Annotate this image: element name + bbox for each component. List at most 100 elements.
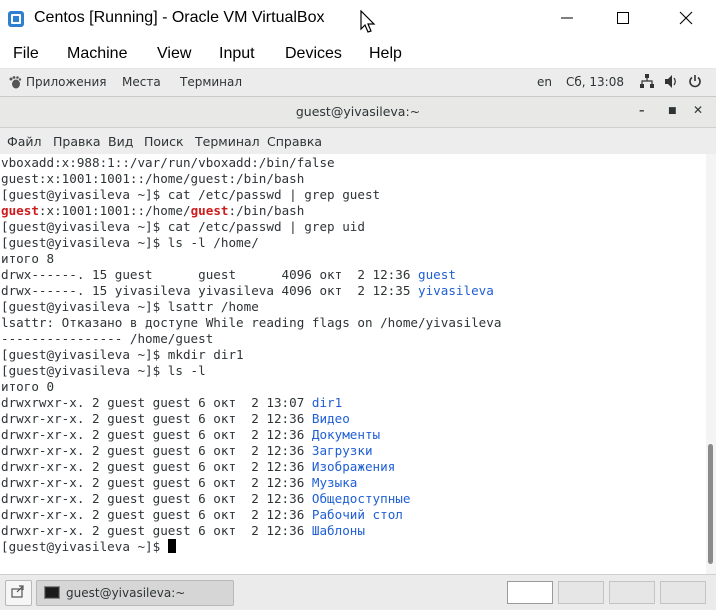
panel-applications-menu[interactable]: Приложения [26, 75, 107, 89]
terminal-text: :x:1001:1001::/home/ [38, 203, 191, 218]
terminal-menu-search[interactable]: Поиск [144, 134, 184, 149]
close-icon [679, 11, 693, 25]
workspace-4[interactable] [660, 581, 706, 604]
menu-file[interactable]: File [13, 45, 39, 63]
terminal-text: drwxr-xr-x. 2 guest guest 6 окт 2 12:36 [1, 427, 312, 442]
terminal-line: ---------------- /home/guest [1, 331, 213, 347]
network-icon[interactable] [640, 74, 654, 89]
panel-places-menu[interactable]: Места [122, 75, 161, 89]
terminal-line: drwxr-xr-x. 2 guest guest 6 окт 2 12:36 … [1, 427, 380, 443]
terminal-line: [guest@yivasileva ~]$ mkdir dir1 [1, 347, 244, 363]
window-title: Centos [Running] - Oracle VM VirtualBox [34, 9, 325, 26]
directory-name: Загрузки [311, 443, 373, 458]
directory-name: Документы [311, 427, 381, 442]
directory-name: Видео [311, 411, 350, 426]
panel-clock[interactable]: Сб, 13:08 [566, 75, 624, 89]
terminal-text: [guest@yivasileva ~]$ ls -l /home/ [1, 235, 259, 250]
menu-help[interactable]: Help [369, 45, 402, 63]
terminal-line: drwxr-xr-x. 2 guest guest 6 окт 2 12:36 … [1, 491, 410, 507]
directory-name: Рабочий стол [311, 507, 403, 522]
terminal-text: [guest@yivasileva ~]$ cat /etc/passwd | … [1, 219, 365, 234]
terminal-text: lsattr: Отказано в доступе While reading… [1, 315, 502, 330]
mouse-pointer-icon [360, 10, 376, 33]
terminal-text: [guest@yivasileva ~]$ mkdir dir1 [1, 347, 244, 362]
terminal-menu-view[interactable]: Вид [108, 134, 133, 149]
terminal-line: guest:x:1001:1001::/home/guest:/bin/bash [1, 171, 304, 187]
show-desktop-button[interactable] [5, 580, 32, 606]
terminal-text: vboxadd:x:988:1::/var/run/vboxadd:/bin/f… [1, 155, 335, 170]
terminal-line: [guest@yivasileva ~]$ ls -l /home/ [1, 235, 259, 251]
minimize-button[interactable] [550, 4, 584, 34]
directory-name: Шаблоны [311, 523, 365, 538]
workspace-2[interactable] [558, 581, 604, 604]
terminal-text: drwxr-xr-x. 2 guest guest 6 окт 2 12:36 [1, 459, 312, 474]
terminal-line: drwxr-xr-x. 2 guest guest 6 окт 2 12:36 … [1, 411, 350, 427]
terminal-title: guest@yivasileva:~ [295, 104, 421, 119]
grep-match: guest [1, 203, 39, 218]
directory-name: Музыка [311, 475, 358, 490]
terminal-cursor [167, 539, 176, 553]
terminal-text: итого 8 [1, 251, 55, 266]
panel-terminal-menu[interactable]: Терминал [180, 75, 242, 89]
terminal-text: drwxr-xr-x. 2 guest guest 6 окт 2 12:36 [1, 411, 312, 426]
terminal-minimize-button[interactable]: – [639, 104, 645, 117]
terminal-line: vboxadd:x:988:1::/var/run/vboxadd:/bin/f… [1, 155, 335, 171]
directory-name: Общедоступные [311, 491, 411, 506]
vbox-menu-bar: File Machine View Input Devices Help [0, 38, 716, 69]
terminal-text: [guest@yivasileva ~]$ lsattr /home [1, 299, 259, 314]
taskbar-task-label: guest@yivasileva:~ [66, 586, 186, 600]
terminal-text: [guest@yivasileva ~]$ ls -l [1, 363, 206, 378]
taskbar-terminal-task[interactable]: guest@yivasileva:~ [36, 580, 234, 606]
terminal-text: ---------------- /home/guest [1, 331, 214, 346]
power-icon[interactable] [688, 74, 702, 89]
terminal-icon [44, 586, 60, 599]
gnome-foot-icon [9, 76, 22, 89]
maximize-button[interactable] [606, 4, 640, 34]
terminal-text: drwxr-xr-x. 2 guest guest 6 окт 2 12:36 [1, 475, 312, 490]
close-button[interactable] [669, 4, 703, 34]
terminal-line: [guest@yivasileva ~]$ cat /etc/passwd | … [1, 219, 365, 235]
terminal-menu-help[interactable]: Справка [267, 134, 322, 149]
terminal-text: [guest@yivasileva ~]$ cat /etc/passwd | … [1, 187, 381, 202]
terminal-menu-edit[interactable]: Правка [53, 134, 101, 149]
terminal-text: drwxr-xr-x. 2 guest guest 6 окт 2 12:36 [1, 507, 312, 522]
terminal-line: drwx------. 15 yivasileva yivasileva 409… [1, 283, 494, 299]
scrollbar-thumb[interactable] [708, 444, 713, 564]
minimize-icon [561, 17, 573, 19]
terminal-text: guest:x:1001:1001::/home/guest:/bin/bash [1, 171, 305, 186]
volume-icon[interactable] [664, 74, 678, 89]
terminal-menu-file[interactable]: Файл [7, 134, 42, 149]
terminal-text: drwxr-xr-x. 2 guest guest 6 окт 2 12:36 [1, 523, 312, 538]
gnome-taskbar: guest@yivasileva:~ [0, 574, 716, 610]
terminal-line: [guest@yivasileva ~]$ [1, 539, 176, 555]
directory-name: guest [418, 267, 456, 282]
menu-devices[interactable]: Devices [285, 45, 342, 63]
menu-view[interactable]: View [157, 45, 191, 63]
terminal-text: drwxrwxr-x. 2 guest guest 6 окт 2 13:07 [1, 395, 312, 410]
terminal-text: итого 0 [1, 379, 55, 394]
gnome-top-panel: Приложения Места Терминал en Сб, 13:08 [0, 69, 716, 97]
terminal-scrollbar[interactable] [706, 154, 716, 574]
vbox-title-bar: Centos [Running] - Oracle VM VirtualBox [0, 0, 716, 38]
terminal-maximize-button[interactable]: ■ [668, 106, 677, 116]
terminal-line: lsattr: Отказано в доступе While reading… [1, 315, 501, 331]
terminal-menu-terminal[interactable]: Терминал [195, 134, 260, 149]
menu-machine[interactable]: Machine [67, 45, 127, 63]
terminal-line: guest:x:1001:1001::/home/guest:/bin/bash [1, 203, 304, 219]
terminal-line: [guest@yivasileva ~]$ lsattr /home [1, 299, 259, 315]
workspace-1[interactable] [507, 581, 553, 604]
menu-input[interactable]: Input [219, 45, 255, 63]
keyboard-layout-indicator[interactable]: en [537, 75, 552, 89]
directory-name: Изображения [311, 459, 396, 474]
terminal-line: drwxr-xr-x. 2 guest guest 6 окт 2 12:36 … [1, 507, 403, 523]
terminal-line: [guest@yivasileva ~]$ ls -l [1, 363, 206, 379]
terminal-title-bar: guest@yivasileva:~ – ■ ✕ [0, 97, 716, 128]
terminal-text: :/bin/bash [228, 203, 305, 218]
terminal-text: drwxr-xr-x. 2 guest guest 6 окт 2 12:36 [1, 443, 312, 458]
terminal-close-button[interactable]: ✕ [693, 103, 703, 117]
terminal-text: [guest@yivasileva ~]$ [1, 539, 168, 554]
terminal-output[interactable]: vboxadd:x:988:1::/var/run/vboxadd:/bin/f… [0, 154, 706, 574]
terminal-line: drwxr-xr-x. 2 guest guest 6 окт 2 12:36 … [1, 475, 357, 491]
workspace-3[interactable] [609, 581, 655, 604]
terminal-line: drwxr-xr-x. 2 guest guest 6 окт 2 12:36 … [1, 459, 395, 475]
